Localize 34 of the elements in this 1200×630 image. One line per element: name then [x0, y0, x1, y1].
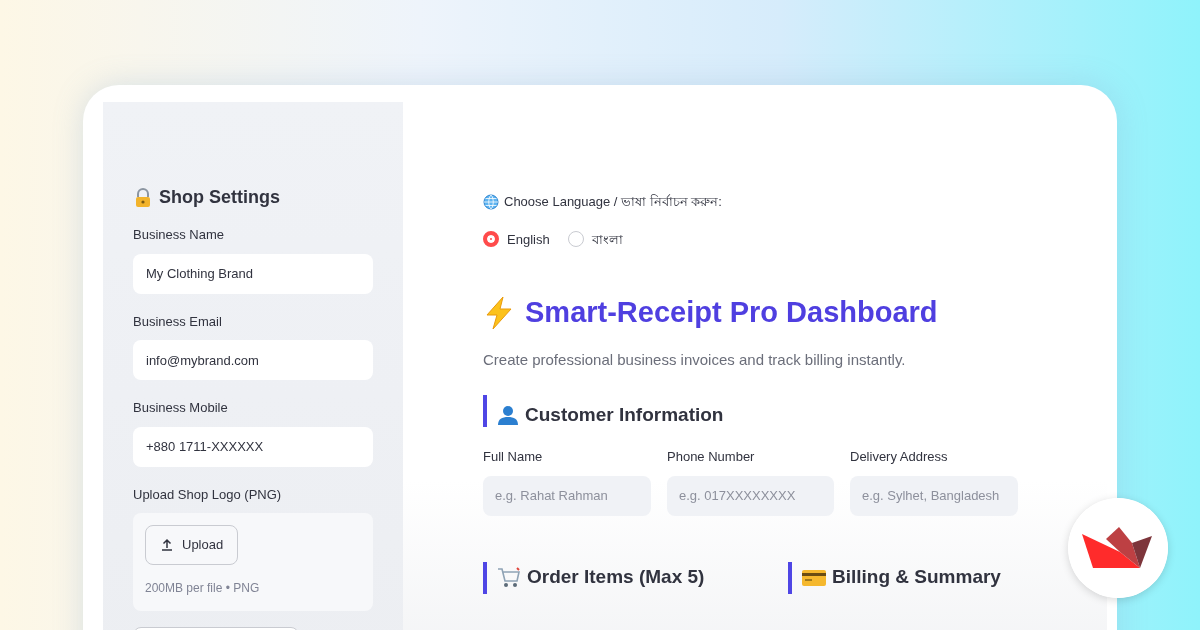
lightning-icon: [483, 295, 515, 330]
page-subtitle: Create professional business invoices and track billing instantly.: [483, 349, 907, 370]
field-label: Full Name: [483, 448, 544, 466]
text-field[interactable]: +880 1711-XXXXXX: [133, 426, 373, 467]
upload-hint: 200MB per file • PNG: [145, 580, 261, 597]
text-field[interactable]: e.g. Rahat Rahman: [483, 475, 651, 516]
field-label: Business Mobile: [133, 399, 229, 417]
field-label: Upload Shop Logo (PNG): [133, 485, 283, 504]
language-label: Choose Language / ভাষা নির্বাচন করুন:: [504, 193, 722, 211]
section-title: Customer Information: [525, 402, 724, 427]
upload-dropzone[interactable]: Upload 200MB per file • PNG: [133, 513, 373, 611]
text-field[interactable]: e.g. 017XXXXXXXX: [667, 475, 834, 516]
credit-card-icon: [802, 568, 826, 587]
upload-icon: [160, 538, 174, 552]
field-label: Business Name: [133, 226, 226, 244]
field-label: Phone Number: [667, 448, 756, 466]
text-field[interactable]: e.g. Sylhet, Bangladesh: [850, 475, 1018, 516]
upload-button[interactable]: Upload: [145, 525, 239, 565]
globe-icon: [483, 193, 499, 210]
sidebar-title: Shop Settings: [159, 186, 280, 209]
text-field[interactable]: My Clothing Brand: [133, 253, 373, 294]
page-title: Smart-Receipt Pro Dashboard: [525, 295, 938, 330]
padlock-icon: [133, 187, 153, 208]
field-label: Delivery Address: [850, 448, 949, 466]
cart-icon: [497, 566, 521, 589]
language-option[interactable]: English: [483, 229, 550, 249]
radio-icon[interactable]: [567, 231, 584, 248]
section-title: Order Items (Max 5): [527, 565, 705, 590]
text-field[interactable]: info@mybrand.com: [133, 340, 373, 380]
section-title: Billing & Summary: [832, 565, 1001, 590]
person-icon: [497, 404, 519, 426]
language-option[interactable]: বাংলা: [567, 229, 623, 249]
field-label: Business Email: [133, 312, 223, 331]
radio-icon[interactable]: [483, 231, 499, 248]
